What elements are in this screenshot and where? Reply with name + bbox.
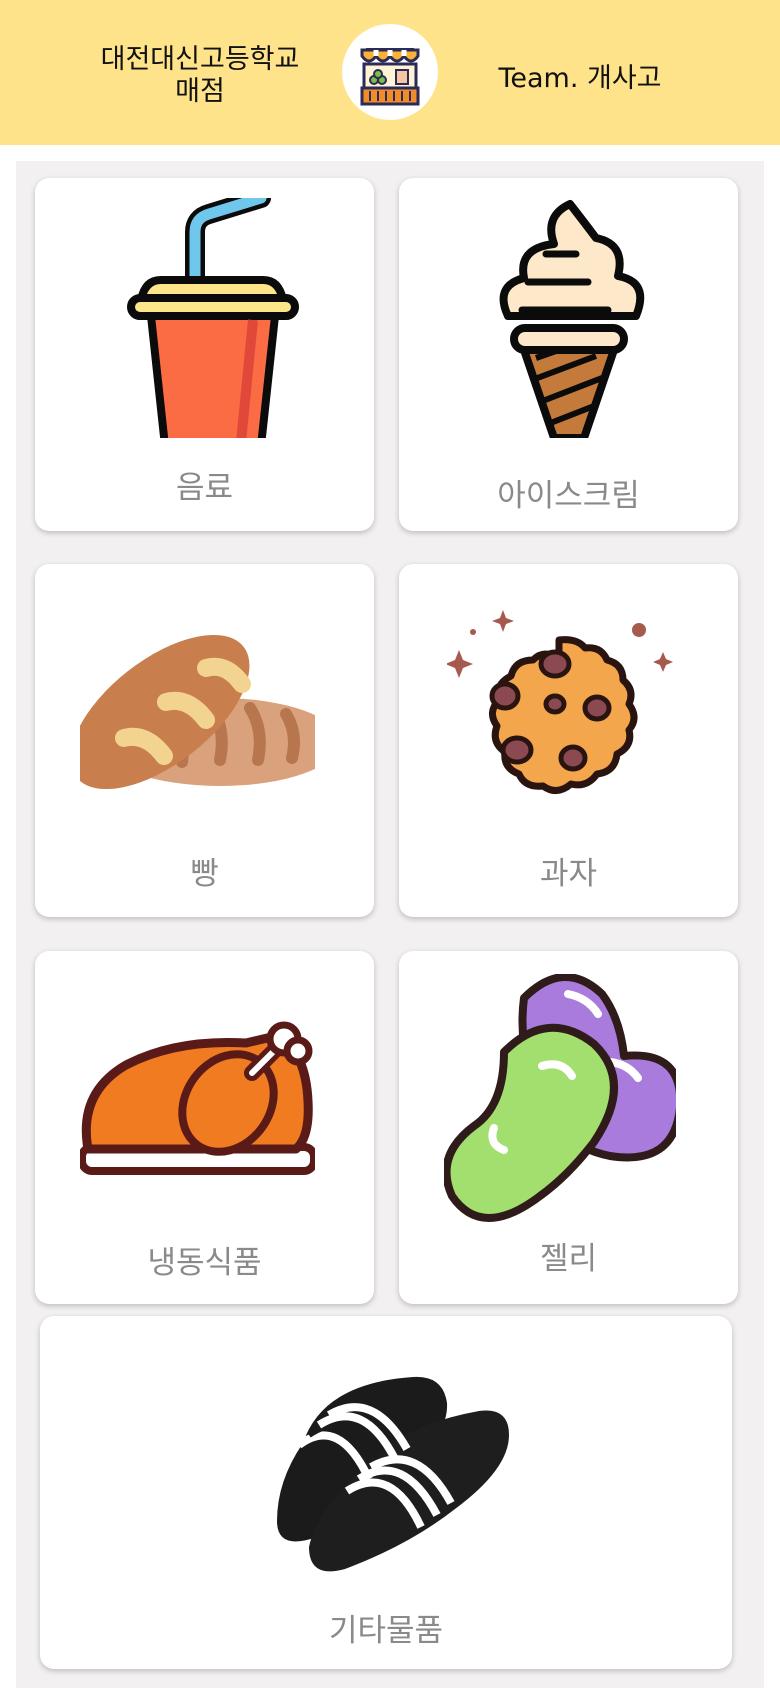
category-card-bread[interactable]: 빵: [35, 564, 374, 917]
soft-drink-cup-icon: [127, 198, 299, 438]
category-label: 과자: [539, 856, 598, 892]
app-header: 대전대신고등학교 매점 Team. 개사고: [0, 0, 780, 145]
category-card-frozen-food[interactable]: 냉동식품: [35, 951, 374, 1304]
ice-cream-cone-icon: [499, 200, 645, 438]
category-label: 아이스크림: [497, 478, 640, 514]
category-label: 기타물품: [328, 1613, 444, 1649]
category-card-snacks[interactable]: 과자: [399, 564, 738, 917]
roast-chicken-icon: [80, 1021, 315, 1175]
school-name-line: 대전대신고등학교: [100, 44, 300, 75]
category-label: 냉동식품: [147, 1245, 262, 1281]
team-name: Team. 개사고: [498, 63, 662, 94]
category-label: 음료: [175, 470, 234, 506]
category-label: 빵: [190, 856, 219, 892]
bread-icon: [80, 634, 315, 790]
school-store-title: 대전대신고등학교 매점: [70, 44, 330, 108]
category-card-drinks[interactable]: 음료: [35, 178, 374, 531]
category-label: 젤리: [539, 1241, 598, 1277]
cookie-icon: [447, 610, 673, 794]
category-card-jelly[interactable]: 젤리: [399, 951, 738, 1304]
store-name-line: 매점: [175, 76, 225, 107]
slippers-icon: [277, 1376, 509, 1572]
store-stall-icon[interactable]: [342, 24, 438, 120]
category-card-ice-cream[interactable]: 아이스크림: [399, 178, 738, 531]
jelly-bean-icon: [444, 974, 676, 1222]
category-card-misc[interactable]: 기타물품: [40, 1316, 732, 1669]
